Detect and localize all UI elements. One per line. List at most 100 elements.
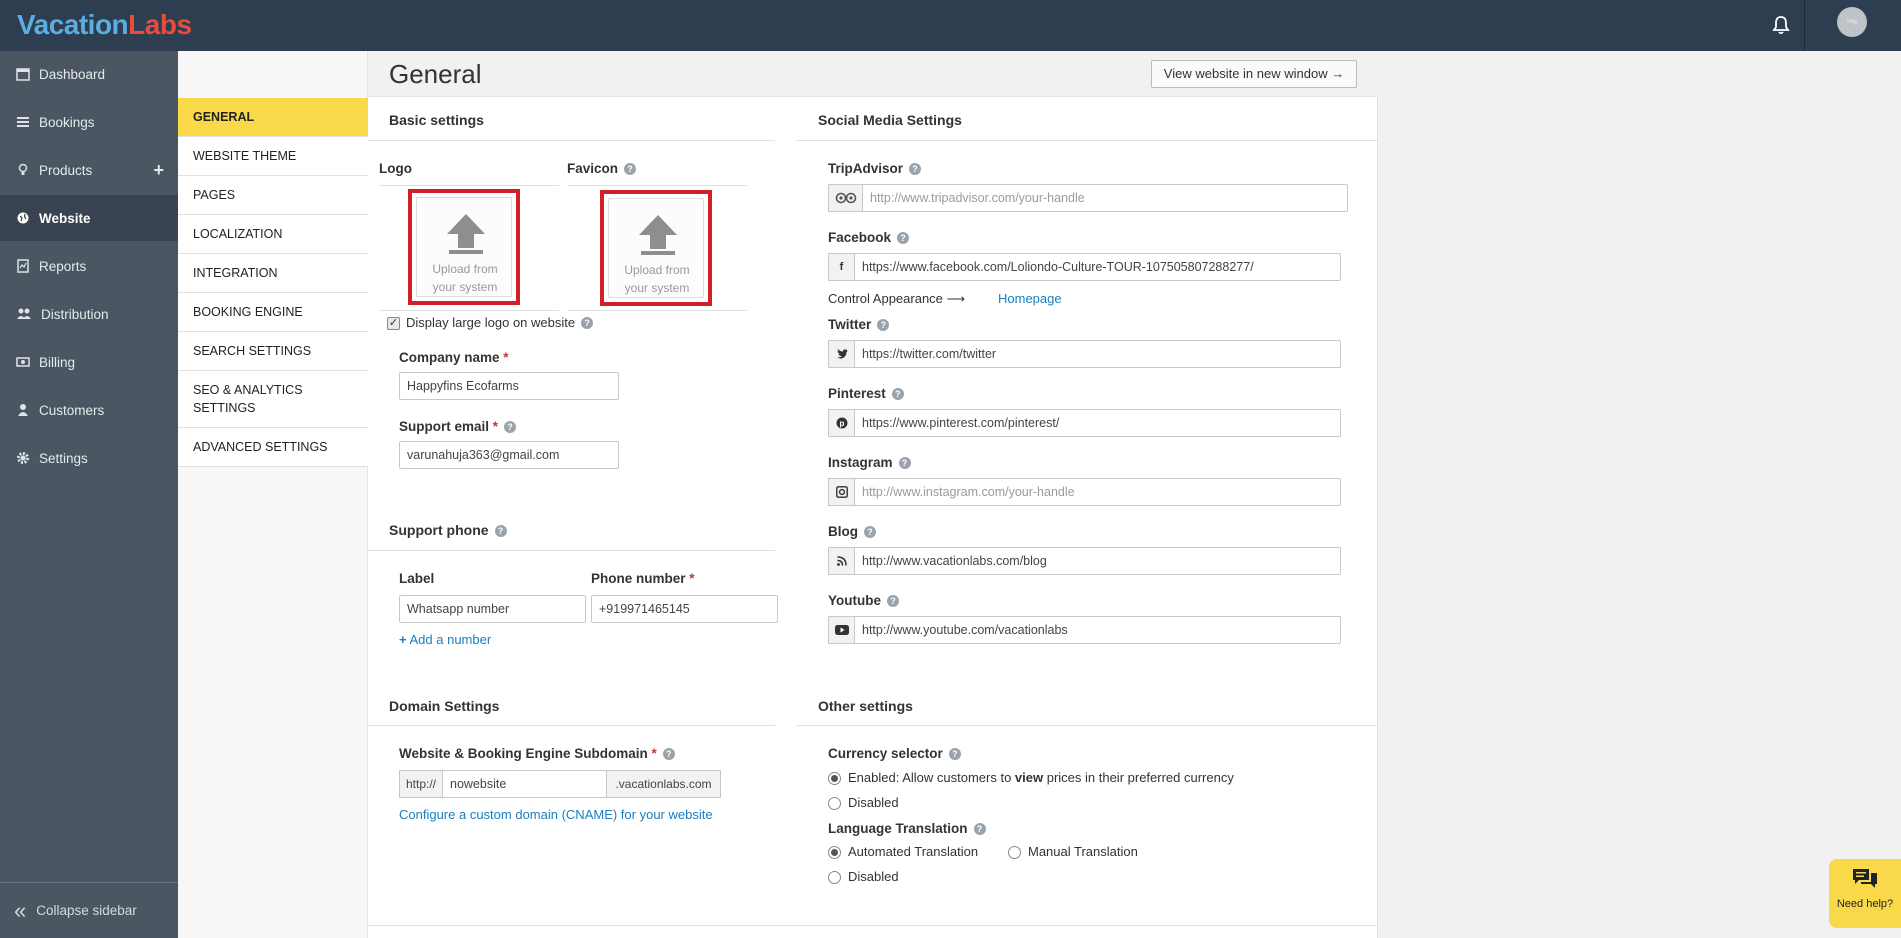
twitter-input[interactable]: https://twitter.com/twitter (854, 340, 1341, 368)
subnav-seo-analytics[interactable]: SEO & ANALYTICS SETTINGS (178, 371, 368, 428)
subnav-label: SEO & ANALYTICS SETTINGS (193, 383, 303, 415)
add-product-icon[interactable]: + (153, 160, 164, 181)
homepage-link[interactable]: Homepage (998, 291, 1062, 306)
help-icon[interactable]: ? (864, 526, 876, 538)
subnav-localization[interactable]: LOCALIZATION (178, 215, 368, 254)
logo-upload-button[interactable]: Upload from your system (408, 189, 520, 305)
subnav-integration[interactable]: INTEGRATION (178, 254, 368, 293)
upload-text-line2: your system (432, 280, 498, 294)
brand-logo[interactable]: VacationLabs (17, 9, 192, 41)
brand-logo-part1: Vacation (17, 9, 129, 40)
sidebar-item-distribution[interactable]: Distribution (0, 291, 178, 337)
sidebar-item-reports[interactable]: Reports (0, 243, 178, 289)
support-phone-title: Support phone? (389, 522, 507, 538)
phone-label-input[interactable]: Whatsapp number (399, 595, 586, 623)
bell-icon[interactable] (1770, 14, 1792, 36)
need-help-button[interactable]: Need help? (1829, 859, 1901, 928)
website-subnav: GENERAL WEBSITE THEME PAGES LOCALIZATION… (178, 51, 368, 938)
company-name-label-text: Company name (399, 350, 500, 365)
facebook-input[interactable]: https://www.facebook.com/Loliondo-Cultur… (854, 253, 1341, 281)
sidebar-item-label: Billing (39, 354, 76, 370)
currency-disabled-radio[interactable] (828, 797, 841, 810)
avatar[interactable]: img (1837, 7, 1867, 37)
subnav-search-settings[interactable]: SEARCH SETTINGS (178, 332, 368, 371)
report-icon (16, 259, 30, 273)
sidebar-item-settings[interactable]: Settings (0, 435, 178, 481)
subnav-general[interactable]: GENERAL (178, 98, 368, 137)
help-icon[interactable]: ? (887, 595, 899, 607)
help-icon[interactable]: ? (898, 457, 911, 469)
language-manual-radio[interactable] (1008, 846, 1021, 859)
help-icon[interactable]: ? (897, 232, 910, 244)
svg-text:p: p (839, 419, 844, 428)
phone-label-header: Label (399, 571, 435, 586)
collapse-sidebar-button[interactable]: « Collapse sidebar (0, 882, 178, 938)
lightbulb-icon (16, 163, 30, 177)
favicon-label-text: Favicon (567, 161, 619, 176)
help-icon[interactable]: ? (504, 421, 517, 433)
phone-number-header-text: Phone number (591, 571, 686, 586)
youtube-input[interactable]: http://www.youtube.com/vacationlabs (854, 616, 1341, 644)
subnav-label: ADVANCED SETTINGS (193, 440, 328, 454)
currency-enabled-text-post: prices in their preferred currency (1043, 770, 1234, 785)
pinterest-icon: p (828, 409, 855, 437)
blog-input[interactable]: http://www.vacationlabs.com/blog (854, 547, 1341, 575)
help-icon[interactable]: ? (877, 319, 890, 331)
sidebar-item-label: Products (39, 162, 93, 178)
help-icon[interactable]: ? (948, 748, 961, 760)
sidebar-item-label: Dashboard (39, 66, 106, 82)
large-logo-label-text: Display large logo on website (406, 315, 576, 330)
help-icon[interactable]: ? (581, 317, 594, 329)
currency-enabled-radio[interactable] (828, 772, 841, 785)
help-icon[interactable]: ? (662, 748, 675, 760)
sidebar-item-website[interactable]: Website (0, 195, 178, 241)
instagram-label: Instagram? (828, 455, 911, 470)
topbar-divider (1804, 0, 1805, 51)
favicon-upload-button[interactable]: Upload from your system (600, 190, 712, 306)
language-translation-label-text: Language Translation (828, 821, 968, 836)
subnav-advanced-settings[interactable]: ADVANCED SETTINGS (178, 428, 368, 467)
language-auto-radio[interactable] (828, 846, 841, 859)
help-icon[interactable]: ? (624, 163, 637, 175)
currency-disabled-label: Disabled (848, 795, 899, 810)
view-website-button[interactable]: View website in new window → (1151, 60, 1357, 88)
subdomain-input[interactable]: nowebsite (442, 770, 607, 798)
help-icon[interactable]: ? (891, 388, 904, 400)
help-icon[interactable]: ? (973, 823, 986, 835)
help-icon[interactable]: ? (494, 525, 507, 537)
tripadvisor-input[interactable]: http://www.tripadvisor.com/your-handle (862, 184, 1348, 212)
sidebar-item-billing[interactable]: Billing (0, 339, 178, 385)
subnav-booking-engine[interactable]: BOOKING ENGINE (178, 293, 368, 332)
domain-settings-title: Domain Settings (389, 698, 500, 714)
large-logo-checkbox[interactable]: ✓ (387, 317, 400, 330)
subnav-pages[interactable]: PAGES (178, 176, 368, 215)
main-content: General View website in new window → Bas… (368, 51, 1378, 938)
help-icon[interactable]: ? (909, 163, 922, 175)
list-icon (16, 115, 30, 129)
subnav-website-theme[interactable]: WEBSITE THEME (178, 137, 368, 176)
sidebar-item-bookings[interactable]: Bookings (0, 99, 178, 145)
instagram-input[interactable]: http://www.instagram.com/your-handle (854, 478, 1341, 506)
billing-icon (16, 355, 30, 369)
subnav-label: PAGES (193, 188, 236, 202)
users-icon (16, 307, 32, 321)
page-title: General (389, 59, 482, 89)
favicon-label: Favicon? (567, 161, 637, 176)
upload-text-line1: Upload from (624, 263, 690, 277)
sidebar-item-label: Website (39, 210, 91, 226)
language-disabled-radio[interactable] (828, 871, 841, 884)
support-email-input[interactable]: varunahuja363@gmail.com (399, 441, 619, 469)
subnav-label: BOOKING ENGINE (193, 305, 303, 319)
youtube-label: Youtube? (828, 593, 899, 608)
add-number-link[interactable]: + Add a number (399, 632, 491, 647)
logo-label: Logo (379, 161, 412, 176)
sidebar-item-dashboard[interactable]: Dashboard (0, 51, 178, 97)
sidebar-item-customers[interactable]: Customers (0, 387, 178, 433)
divider (567, 310, 747, 311)
cname-link[interactable]: Configure a custom domain (CNAME) for yo… (399, 807, 713, 822)
company-name-input[interactable]: Happyfins Ecofarms (399, 372, 619, 400)
phone-number-input[interactable]: +919971465145 (591, 595, 778, 623)
sidebar-item-products[interactable]: Products + (0, 147, 178, 193)
twitter-icon (828, 340, 855, 368)
pinterest-input[interactable]: https://www.pinterest.com/pinterest/ (854, 409, 1341, 437)
